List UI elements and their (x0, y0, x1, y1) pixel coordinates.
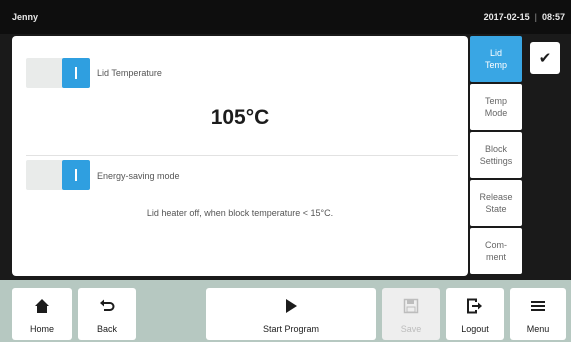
energy-saving-label: Energy-saving mode (97, 171, 180, 181)
logout-button[interactable]: Logout (446, 288, 504, 340)
energy-saving-toggle[interactable] (26, 160, 90, 190)
logout-icon (446, 298, 504, 318)
tab-block-settings[interactable]: Block Settings (470, 132, 522, 178)
menu-label: Menu (526, 324, 550, 334)
save-label: Save (400, 324, 422, 334)
menu-icon (510, 298, 566, 318)
tab-lid-temp[interactable]: Lid Temp (470, 36, 522, 82)
date-time: 2017-02-15 | 08:57 (484, 12, 565, 22)
home-label: Home (29, 324, 54, 334)
lid-temperature-value[interactable]: 105°C (12, 106, 468, 130)
logout-label: Logout (461, 324, 489, 334)
tab-comment[interactable]: Com- ment (470, 228, 522, 274)
home-icon (12, 298, 72, 318)
user-name: Jenny (12, 12, 39, 22)
start-program-label: Start Program (262, 324, 320, 334)
back-button[interactable]: Back (78, 288, 136, 340)
toggle-knob (62, 160, 90, 190)
lid-temperature-label: Lid Temperature (97, 68, 162, 78)
divider (26, 155, 458, 156)
energy-saving-note: Lid heater off, when block temperature <… (146, 208, 334, 218)
home-button[interactable]: Home (12, 288, 72, 340)
play-icon (206, 298, 376, 318)
time: 08:57 (541, 12, 565, 22)
status-bar: Jenny 2017-02-15 | 08:57 (0, 0, 571, 34)
back-label: Back (96, 324, 117, 334)
toggle-knob (62, 58, 90, 88)
tab-temp-mode[interactable]: Temp Mode (470, 84, 522, 130)
bottom-toolbar: Home Back Start Program Save Logout Menu (0, 280, 571, 342)
date-time-separator: | (534, 12, 537, 22)
confirm-button[interactable]: ✔ (530, 42, 560, 74)
lid-temperature-toggle[interactable] (26, 58, 90, 88)
settings-panel: Lid Temperature 105°C Energy-saving mode… (12, 36, 468, 276)
start-program-button[interactable]: Start Program (206, 288, 376, 340)
back-arrow-icon (78, 298, 136, 318)
tab-release-state[interactable]: Release State (470, 180, 522, 226)
date: 2017-02-15 (483, 12, 530, 22)
checkmark-icon: ✔ (538, 50, 552, 67)
menu-button[interactable]: Menu (510, 288, 566, 340)
save-button[interactable]: Save (382, 288, 440, 340)
save-icon (382, 298, 440, 318)
